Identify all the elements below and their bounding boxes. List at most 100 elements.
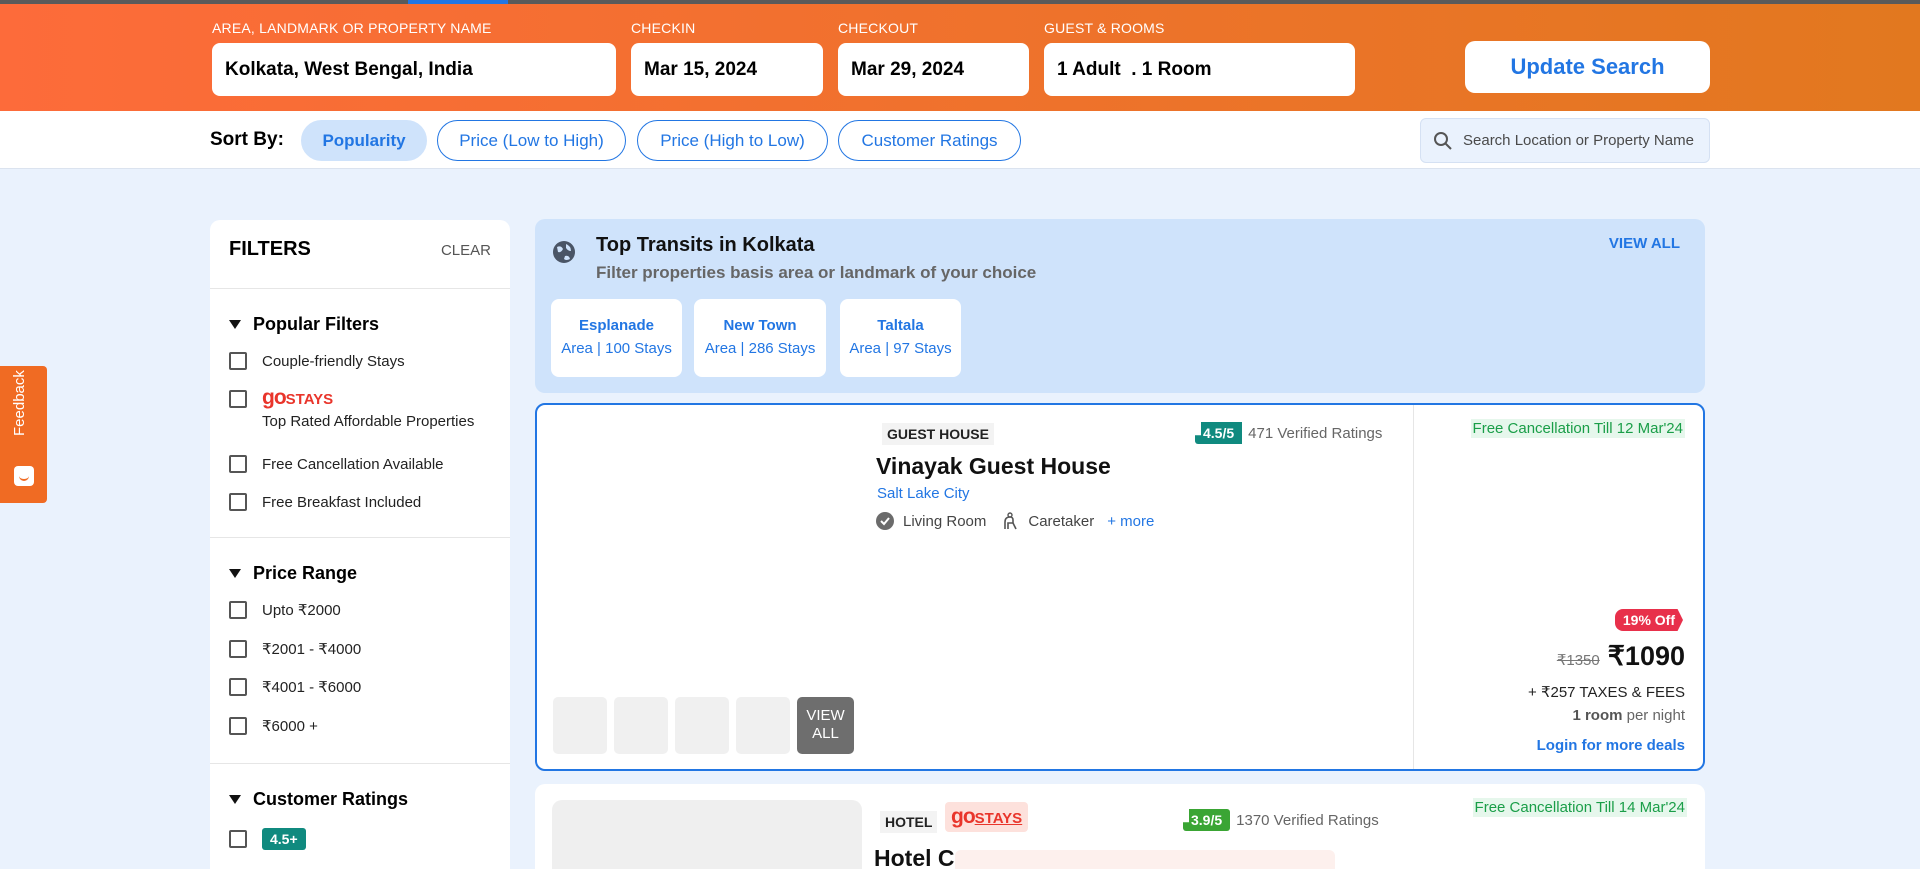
rating-badge: 4.5/5 — [1195, 422, 1243, 444]
original-price: ₹1350 — [1556, 652, 1600, 669]
feedback-tab[interactable]: Feedback — [0, 366, 47, 503]
checkbox[interactable] — [229, 601, 247, 619]
filter-price-1[interactable]: Upto ₹2000 — [229, 601, 341, 619]
filter-gostays[interactable]: goSTAYS Top Rated Affordable Properties — [229, 386, 474, 430]
guests-input[interactable]: 1 Adult . 1 Room — [1044, 43, 1355, 96]
transit-globe-icon — [553, 241, 575, 263]
checkin-input[interactable]: Mar 15, 2024 — [631, 43, 823, 96]
property-card[interactable]: HOTEL goSTAYS 3.9/5 1370 Verified Rating… — [535, 784, 1705, 869]
property-type: GUEST HOUSE — [882, 423, 994, 445]
transit-detail: Area | 97 Stays — [849, 340, 952, 357]
transit-card-esplanade[interactable]: Esplanade Area | 100 Stays — [551, 299, 682, 377]
property-photo[interactable] — [552, 800, 862, 869]
filter-label: ₹2001 - ₹4000 — [262, 641, 362, 658]
checkbox[interactable] — [229, 830, 247, 848]
checkbox[interactable] — [229, 493, 247, 511]
transit-detail: Area | 286 Stays — [704, 340, 816, 357]
update-search-button[interactable]: Update Search — [1465, 41, 1710, 93]
checkbox[interactable] — [229, 678, 247, 696]
checkin-label: CHECKIN — [631, 20, 696, 36]
ratings-count: 1370 Verified Ratings — [1236, 811, 1379, 829]
amenity-caretaker: Caretaker — [1028, 512, 1095, 530]
gostays-logo: goSTAYS — [951, 805, 1023, 828]
checkbox[interactable] — [229, 717, 247, 735]
filter-couple-friendly[interactable]: Couple-friendly Stays — [229, 352, 405, 370]
guests-field: GUEST & ROOMS 1 Adult . 1 Room — [1044, 20, 1355, 96]
checkout-field: CHECKOUT Mar 29, 2024 — [838, 20, 1029, 96]
divider — [210, 288, 510, 289]
price-row: ₹1350 ₹1090 — [1557, 641, 1685, 672]
sort-popularity[interactable]: Popularity — [301, 120, 427, 161]
rating-badge: 4.5+ — [262, 828, 306, 850]
amenities-row: Living Room Caretaker + more — [876, 512, 1154, 530]
search-header: AREA, LANDMARK OR PROPERTY NAME Kolkata,… — [0, 0, 1920, 111]
property-rating: 3.9/5 1370 Verified Ratings — [1183, 809, 1379, 831]
checkbox[interactable] — [229, 352, 247, 370]
discount-badge: 19% Off — [1614, 609, 1683, 631]
filter-price-4[interactable]: ₹6000 + — [229, 717, 318, 735]
more-amenities-link[interactable]: + more — [1107, 513, 1154, 530]
checkbox[interactable] — [229, 455, 247, 473]
filter-label: Upto ₹2000 — [262, 602, 341, 619]
filter-label: Couple-friendly Stays — [262, 352, 405, 370]
photo-thumbnail[interactable] — [553, 697, 607, 754]
transits-title: Top Transits in Kolkata — [596, 234, 815, 256]
filter-rating-4-5[interactable]: 4.5+ — [229, 828, 306, 850]
filter-free-breakfast[interactable]: Free Breakfast Included — [229, 493, 421, 511]
filter-price-3[interactable]: ₹4001 - ₹6000 — [229, 678, 361, 696]
property-location[interactable]: Salt Lake City — [877, 485, 970, 502]
amenity-living-room: Living Room — [903, 512, 987, 530]
guests-value: 1 Adult . 1 Room — [1057, 58, 1212, 80]
tooltip-overlay — [955, 850, 1335, 869]
filter-label: Top Rated Affordable Properties — [262, 413, 475, 430]
filter-free-cancellation[interactable]: Free Cancellation Available — [229, 455, 444, 473]
transit-card-new-town[interactable]: New Town Area | 286 Stays — [694, 299, 826, 377]
filter-label: ₹4001 - ₹6000 — [262, 679, 362, 696]
filter-gostays-text: goSTAYS Top Rated Affordable Properties — [262, 386, 474, 430]
login-for-deals-link[interactable]: Login for more deals — [1537, 737, 1685, 754]
transits-view-all-link[interactable]: VIEW ALL — [1609, 235, 1680, 252]
checkbox[interactable] — [229, 390, 247, 408]
taxes-fees: + ₹257 TAXES & FEES — [1528, 684, 1685, 701]
clear-filters-button[interactable]: CLEAR — [441, 242, 491, 259]
popular-filters-title: Popular Filters — [253, 314, 380, 334]
checkout-label: CHECKOUT — [838, 20, 919, 36]
view-all-photos-button[interactable]: VIEW ALL — [797, 697, 854, 754]
divider — [210, 537, 510, 538]
transits-subtitle: Filter properties basis area or landmark… — [596, 263, 1037, 282]
view-all-line1: VIEW — [806, 707, 845, 724]
sort-price-high-low[interactable]: Price (High to Low) — [637, 120, 828, 161]
rating-badge: 3.9/5 — [1183, 809, 1231, 831]
filter-label: ₹6000 + — [262, 718, 318, 735]
sort-by-label: Sort By: — [210, 129, 284, 150]
filter-price-2[interactable]: ₹2001 - ₹4000 — [229, 640, 361, 658]
transit-name: Esplanade — [578, 317, 655, 334]
filters-title: FILTERS — [229, 238, 311, 260]
photo-thumbnail[interactable] — [736, 697, 790, 754]
area-input[interactable]: Kolkata, West Bengal, India — [212, 43, 616, 96]
area-field: AREA, LANDMARK OR PROPERTY NAME Kolkata,… — [212, 20, 616, 96]
popular-filters-header[interactable]: Popular Filters — [229, 314, 379, 335]
photo-thumbnail[interactable] — [614, 697, 668, 754]
customer-ratings-header[interactable]: Customer Ratings — [229, 789, 408, 810]
property-name[interactable]: Vinayak Guest House — [876, 453, 1111, 480]
customer-ratings-title: Customer Ratings — [253, 789, 409, 809]
transit-card-taltala[interactable]: Taltala Area | 97 Stays — [840, 299, 961, 377]
price-range-title: Price Range — [253, 563, 358, 583]
price-range-header[interactable]: Price Range — [229, 563, 357, 584]
caret-down-icon — [229, 569, 241, 578]
ratings-count: 471 Verified Ratings — [1248, 424, 1383, 442]
property-name[interactable]: Hotel C — [874, 845, 954, 869]
filter-label: Free Breakfast Included — [262, 493, 422, 511]
location-search-input[interactable]: Search Location or Property Name — [1420, 118, 1710, 163]
checkout-input[interactable]: Mar 29, 2024 — [838, 43, 1029, 96]
transit-detail: Area | 100 Stays — [561, 340, 672, 357]
checkbox[interactable] — [229, 640, 247, 658]
top-transits-panel: Top Transits in Kolkata Filter propertie… — [535, 219, 1705, 393]
property-card[interactable]: GUEST HOUSE 4.5/5 471 Verified Ratings V… — [535, 403, 1705, 771]
sort-customer-ratings[interactable]: Customer Ratings — [838, 120, 1021, 161]
photo-thumbnail[interactable] — [675, 697, 729, 754]
per-night-note: 1 room per night — [1572, 707, 1685, 724]
sort-price-low-high[interactable]: Price (Low to High) — [437, 120, 626, 161]
area-label: AREA, LANDMARK OR PROPERTY NAME — [212, 20, 492, 36]
